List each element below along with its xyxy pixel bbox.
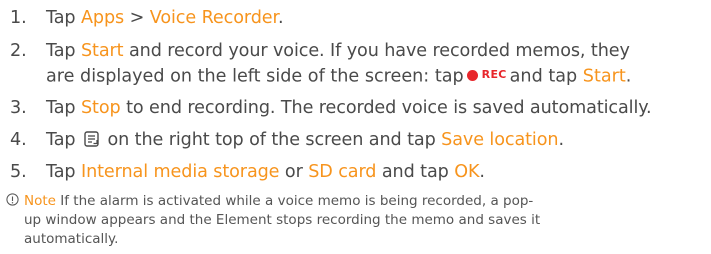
step-text: on the right top of the screen and tap bbox=[101, 130, 442, 150]
stop-label: Stop bbox=[80, 98, 121, 118]
step-number: 5. bbox=[10, 162, 27, 182]
record-dot-icon bbox=[466, 69, 478, 81]
step-3: 3. Tap Stop to end recording. The recorde… bbox=[10, 96, 652, 120]
step-text: are displayed on the left side of the sc… bbox=[46, 66, 464, 87]
step-2: 2. Tap Start and record your voice. If yo… bbox=[10, 39, 630, 63]
step-text: . bbox=[625, 66, 632, 87]
step-text: and tap bbox=[509, 66, 583, 87]
step-text: . bbox=[479, 162, 485, 182]
start-label: Start bbox=[80, 41, 124, 61]
step-text: Tap bbox=[46, 8, 81, 28]
step-2-continuation: are displayed on the left side of the sc… bbox=[46, 63, 631, 89]
note-text: If the alarm is activated while a voice … bbox=[55, 193, 534, 209]
step-number: 1. bbox=[10, 8, 27, 28]
step-text: . bbox=[558, 130, 564, 150]
step-text: and tap bbox=[376, 162, 455, 182]
rec-label: REC bbox=[481, 68, 507, 81]
step-number: 2. bbox=[10, 41, 27, 61]
step-number: 3. bbox=[10, 98, 27, 118]
step-text: Tap bbox=[46, 162, 81, 182]
instruction-document: 1. Tap Apps > Voice Recorder. 2. Tap Start… bbox=[0, 0, 711, 254]
note-line-3: automatically. bbox=[24, 230, 118, 249]
start-label: Start bbox=[582, 66, 626, 87]
step-number: 4. bbox=[10, 130, 27, 150]
step-text: > bbox=[124, 8, 150, 28]
save-location-label: Save location bbox=[441, 130, 559, 150]
ok-label: OK bbox=[454, 162, 480, 182]
step-1: 1. Tap Apps > Voice Recorder. bbox=[10, 6, 284, 30]
apps-label: Apps bbox=[80, 8, 125, 28]
note-label: Note bbox=[24, 193, 56, 209]
step-text: . bbox=[278, 8, 284, 28]
info-icon bbox=[6, 193, 24, 212]
step-text: Tap bbox=[46, 41, 81, 61]
note-text: up window appears and the Element stops … bbox=[24, 212, 541, 228]
sd-card-label: SD card bbox=[308, 162, 377, 182]
step-5: 5. Tap Internal media storage or SD card … bbox=[10, 160, 485, 184]
note-line-2: up window appears and the Element stops … bbox=[24, 211, 540, 230]
step-text: or bbox=[279, 162, 309, 182]
step-text: Tap bbox=[46, 98, 81, 118]
voice-recorder-label: Voice Recorder bbox=[149, 8, 279, 28]
internal-media-storage-label: Internal media storage bbox=[80, 162, 280, 182]
step-text: Tap bbox=[46, 130, 81, 150]
note-text: automatically. bbox=[24, 231, 119, 247]
step-text: to end recording. The recorded voice is … bbox=[120, 98, 652, 118]
step-text: and record your voice. If you have recor… bbox=[123, 41, 630, 61]
rec-button-graphic: REC bbox=[466, 63, 507, 87]
menu-icon bbox=[84, 130, 99, 154]
note-line-1: Note If the alarm is activated while a v… bbox=[6, 192, 533, 212]
step-4: 4. Tap on the right top of the screen and… bbox=[10, 128, 564, 154]
